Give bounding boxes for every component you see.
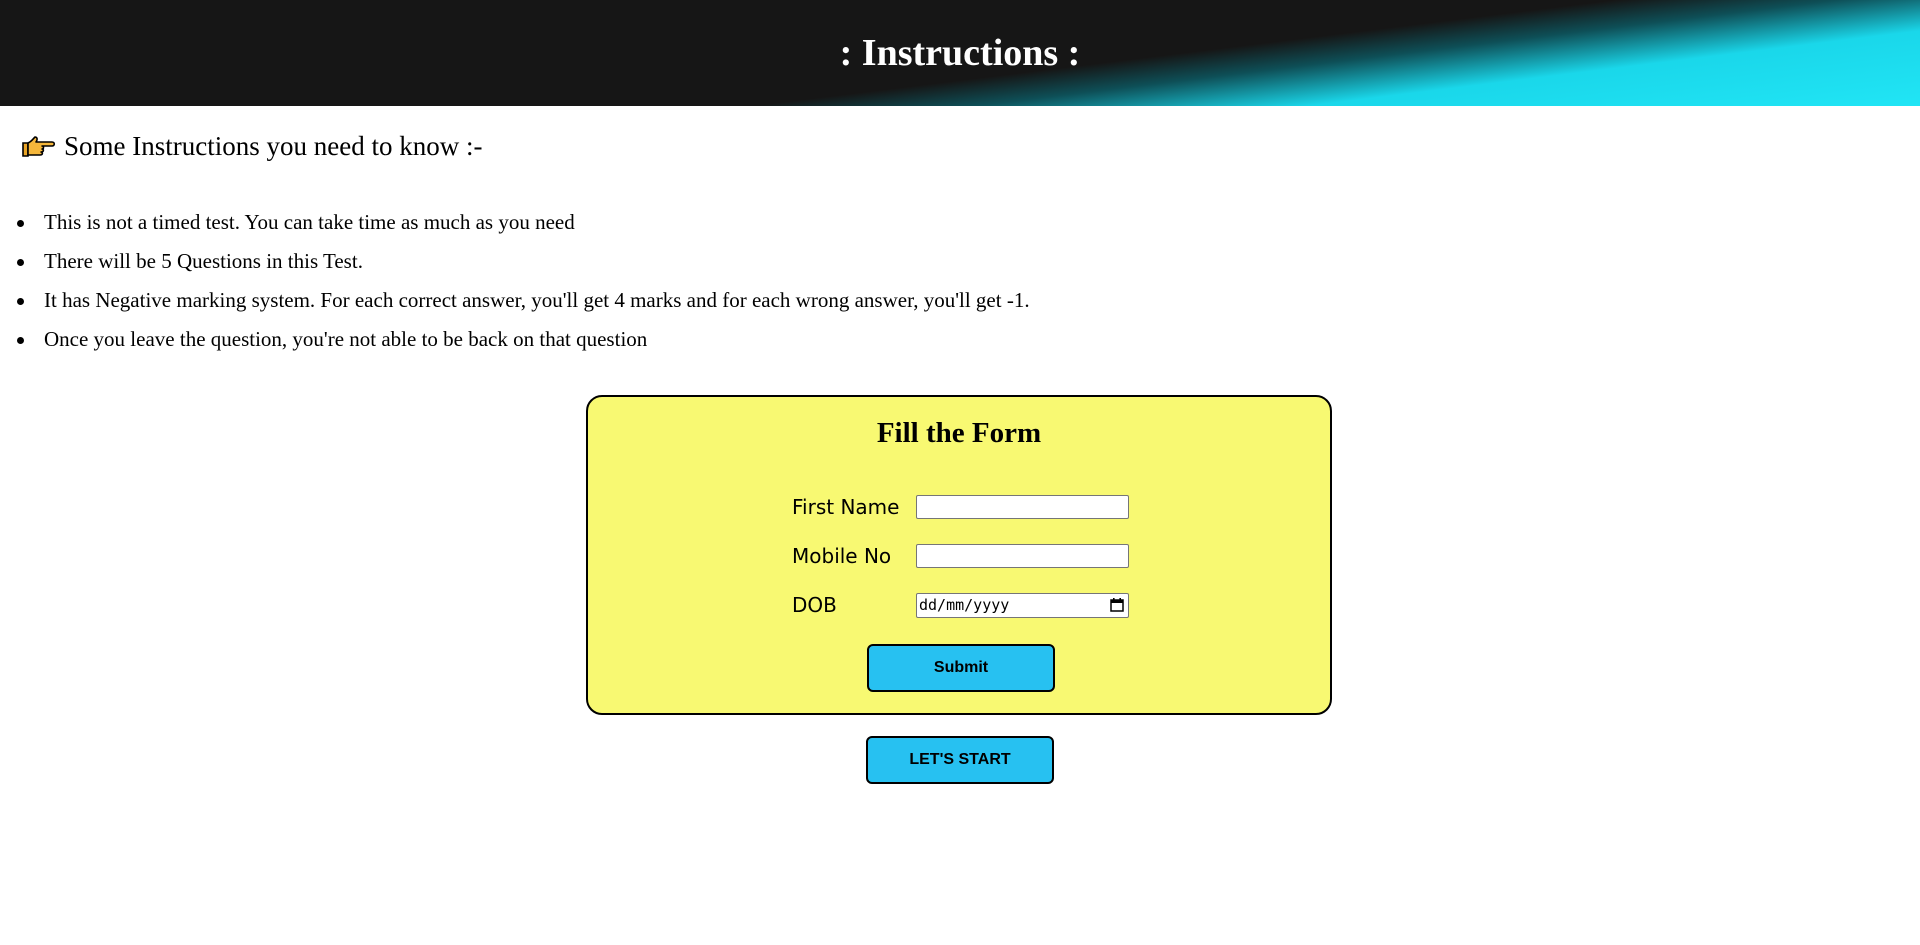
page-title: : Instructions : xyxy=(839,32,1081,74)
form-title: Fill the Form xyxy=(876,417,1042,449)
first-name-row: First Name xyxy=(792,493,1129,521)
list-item: Once you leave the question, you're not … xyxy=(0,320,1030,359)
first-name-label: First Name xyxy=(792,495,900,519)
instruction-list: This is not a timed test. You can take t… xyxy=(0,203,1030,359)
list-item: This is not a timed test. You can take t… xyxy=(0,203,1030,242)
mobile-row: Mobile No xyxy=(792,542,1129,570)
page-header: : Instructions : xyxy=(0,0,1920,106)
bullet-icon xyxy=(17,337,24,344)
instructions-intro: Some Instructions you need to know :- xyxy=(20,126,482,166)
lets-start-button[interactable]: LET'S START xyxy=(866,736,1054,784)
first-name-input[interactable] xyxy=(916,495,1129,519)
mobile-input[interactable] xyxy=(916,544,1129,568)
submit-button[interactable]: Submit xyxy=(867,644,1055,692)
bullet-icon xyxy=(17,259,24,266)
bullet-icon xyxy=(17,298,24,305)
dob-input[interactable]: dd/mm/yyyy xyxy=(916,592,1129,618)
pointing-hand-icon xyxy=(22,136,56,157)
dob-row: DOB dd/mm/yyyy xyxy=(792,591,1129,619)
list-item-text: This is not a timed test. You can take t… xyxy=(44,210,575,234)
dob-placeholder: dd/mm/yyyy xyxy=(919,596,1010,614)
list-item-text: There will be 5 Questions in this Test. xyxy=(44,249,363,273)
mobile-label: Mobile No xyxy=(792,544,892,568)
list-item-text: It has Negative marking system. For each… xyxy=(44,288,1030,312)
user-form: Fill the Form First Name Mobile No DOB d… xyxy=(586,395,1332,715)
calendar-icon[interactable] xyxy=(1110,598,1124,612)
bullet-icon xyxy=(17,220,24,227)
list-item-text: Once you leave the question, you're not … xyxy=(44,327,648,351)
intro-text: Some Instructions you need to know :- xyxy=(64,130,483,161)
list-item: There will be 5 Questions in this Test. xyxy=(0,242,1030,281)
dob-label: DOB xyxy=(792,593,837,617)
list-item: It has Negative marking system. For each… xyxy=(0,281,1030,320)
